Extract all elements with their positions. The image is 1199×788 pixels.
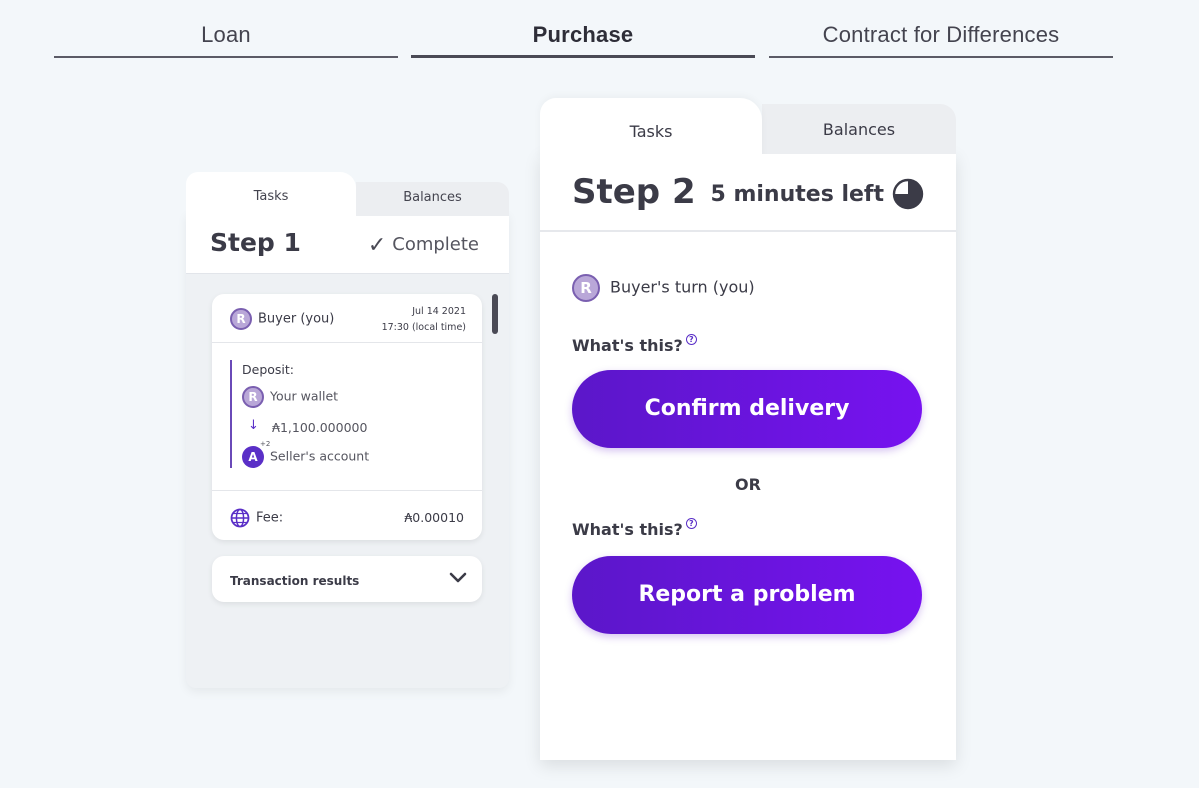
timer-pie-icon <box>892 178 924 210</box>
step1-card: Balances Tasks Step 1 ✓ Complete R Buyer (… <box>186 172 509 688</box>
step1-tab-tasks[interactable]: Tasks <box>186 172 356 220</box>
deposit-label: Deposit: <box>242 362 294 377</box>
transaction-timestamp: Jul 14 2021 17:30 (local time) <box>382 304 466 336</box>
whats-this-report[interactable]: What's this?? <box>572 518 697 539</box>
deposit-amount: ₳1,100.000000 <box>272 420 368 435</box>
transaction-actor: R Buyer (you) <box>230 308 334 330</box>
globe-icon <box>230 508 250 528</box>
chevron-down-icon[interactable] <box>448 570 468 586</box>
step1-status: ✓ Complete <box>368 233 479 258</box>
step2-tab-tasks[interactable]: Tasks <box>540 98 762 160</box>
transaction-actor-label: Buyer (you) <box>258 311 335 327</box>
fee-value: ₳0.00010 <box>404 510 464 525</box>
avatar-count-badge: +2 <box>260 440 271 448</box>
report-problem-button[interactable]: Report a problem <box>572 556 922 634</box>
whats-this-label[interactable]: What's this? <box>572 520 683 539</box>
checkmark-icon: ✓ <box>367 233 387 258</box>
arrow-down-icon: ↓ <box>248 418 259 433</box>
turn-indicator: R Buyer's turn (you) <box>572 274 755 302</box>
avatar: R <box>230 308 252 330</box>
step2-header: Step 2 5 minutes left <box>540 154 956 232</box>
tab-loan[interactable]: Loan <box>54 18 398 58</box>
confirm-delivery-button[interactable]: Confirm delivery <box>572 370 922 448</box>
transaction-card: R Buyer (you) Jul 14 2021 17:30 (local ti… <box>212 294 482 540</box>
transaction-time: 17:30 (local time) <box>381 322 466 333</box>
transaction-date: Jul 14 2021 <box>412 306 466 317</box>
avatar: R <box>572 274 600 302</box>
or-separator: OR <box>735 475 761 494</box>
scrollbar-thumb[interactable] <box>492 294 498 334</box>
deposit-from: R Your wallet <box>242 386 338 408</box>
tab-contract-for-differences[interactable]: Contract for Differences <box>769 18 1113 58</box>
deposit-from-label: Your wallet <box>270 388 339 404</box>
deposit-to: A Seller's account <box>242 446 369 468</box>
transaction-results-label: Transaction results <box>230 574 360 588</box>
step1-tab-balances[interactable]: Balances <box>356 182 509 218</box>
help-icon[interactable]: ? <box>685 334 697 345</box>
step2-title: Step 2 <box>572 172 696 212</box>
step2-panel <box>540 152 956 760</box>
avatar: R <box>242 386 264 408</box>
deposit-to-label: Seller's account <box>270 448 370 464</box>
whats-this-confirm[interactable]: What's this?? <box>572 334 697 355</box>
step2-card: Balances Tasks Step 2 5 minutes left R Bu… <box>540 98 956 760</box>
transaction-results-dropdown[interactable]: Transaction results <box>212 556 482 602</box>
flow-line <box>230 360 232 468</box>
step1-status-label: Complete <box>392 234 479 255</box>
turn-label: Buyer's turn (you) <box>610 277 755 297</box>
step1-header: Step 1 ✓ Complete <box>186 216 509 274</box>
whats-this-label[interactable]: What's this? <box>572 336 683 355</box>
fee-row: Fee: <box>230 508 283 528</box>
time-remaining: 5 minutes left <box>710 182 885 207</box>
avatar: A <box>242 446 264 468</box>
fee-label: Fee: <box>256 510 284 526</box>
divider <box>212 342 482 343</box>
divider <box>212 490 482 491</box>
tab-purchase[interactable]: Purchase <box>411 18 755 58</box>
step1-title: Step 1 <box>210 228 301 257</box>
help-icon[interactable]: ? <box>685 518 697 529</box>
step2-tab-balances[interactable]: Balances <box>762 104 956 154</box>
